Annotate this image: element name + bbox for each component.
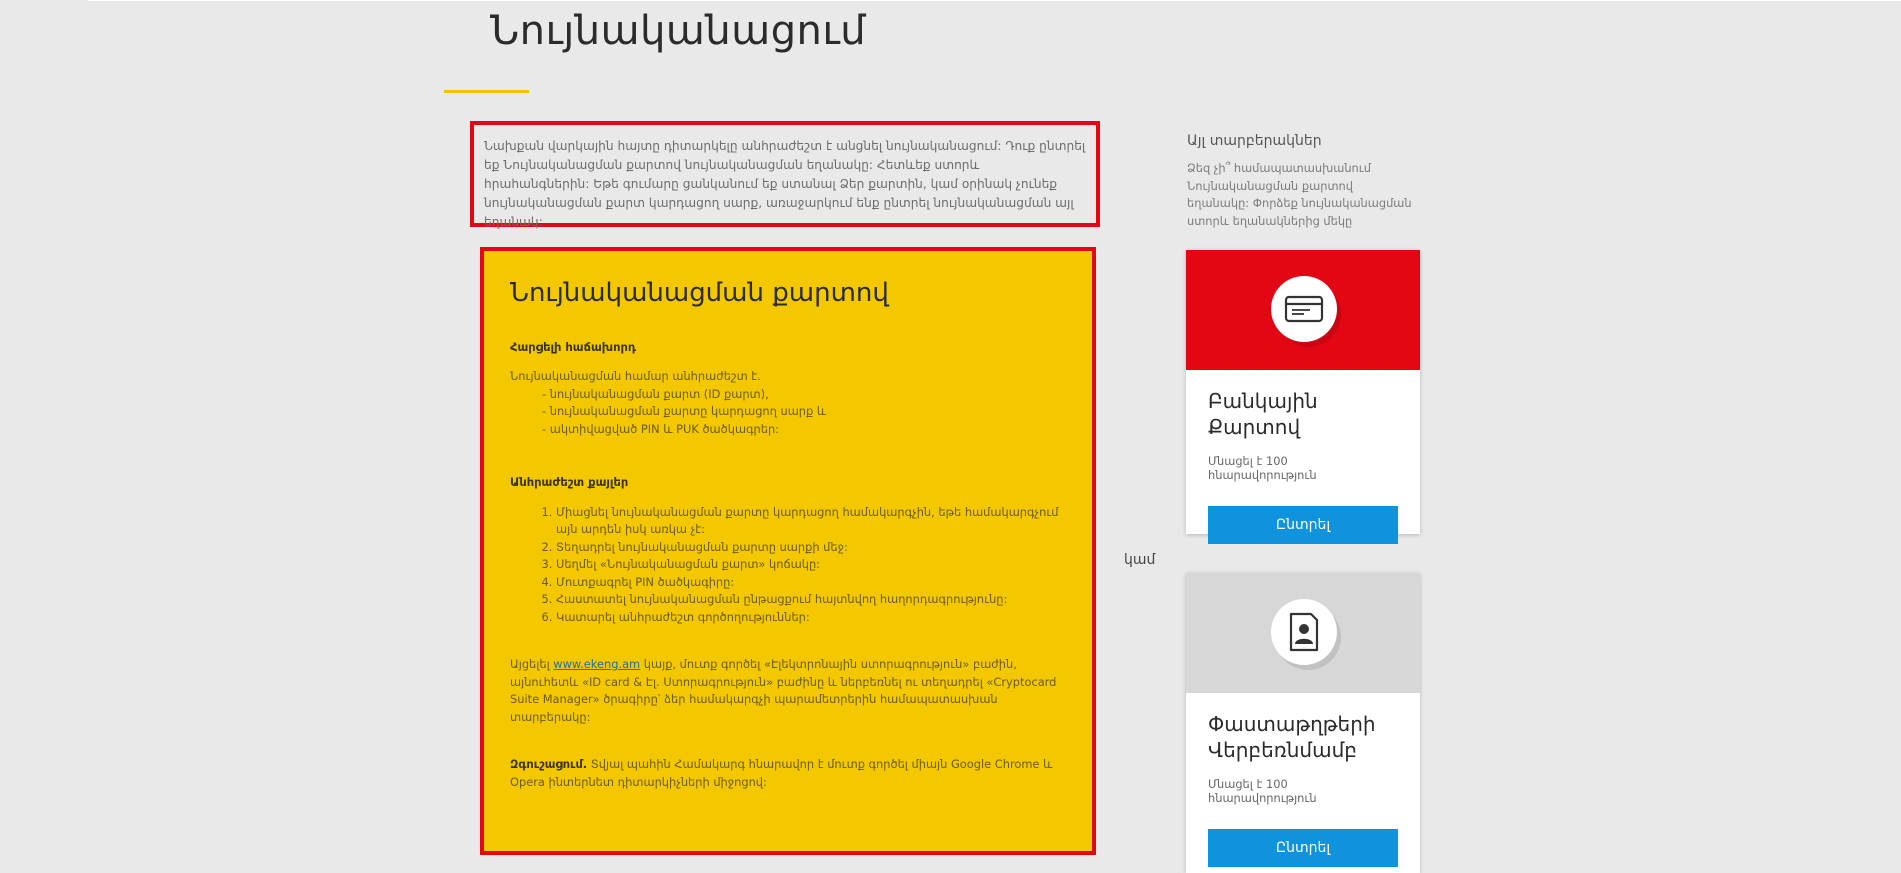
document-upload-option-title: Փաստաթղթերի Վերբեռնմամբ: [1208, 712, 1376, 762]
step-item: Կատարել անհրաժեշտ գործողություններ:: [556, 609, 1066, 627]
visit-prefix: Այցելել: [510, 657, 550, 671]
or-label: կամ: [1124, 552, 1156, 568]
bank-card-option-title: Բանկային Քարտով: [1208, 389, 1318, 439]
step-item: Միացնել նույնականացման քարտը կարդացող հա…: [556, 504, 1066, 539]
faq-heading: Հարցելի հաճախորդ: [510, 339, 636, 354]
step-item: Տեղադրել նույնականացման քարտը սարքի մեջ:: [556, 539, 1066, 557]
document-upload-option-note: Մնացել է 100 հնարավորություն: [1208, 777, 1317, 805]
warning-text: Տվյալ պահին Համակարգ հնարավոր է մուտք գո…: [510, 757, 1053, 789]
step-item: Հաստատել նույնականացման ընթացքում հայտնվ…: [556, 591, 1066, 609]
steps-heading: Անհրաժեշտ քայլեր: [510, 475, 629, 489]
title-underline: [444, 90, 529, 93]
requirement-item: - նույնականացման քարտը կարդացող սարք և: [542, 404, 827, 418]
id-document-icon: [1271, 599, 1337, 665]
id-card-title: Նույնականացման քարտով: [510, 278, 889, 308]
warning-paragraph: Զգուշացում. Տվյալ պահին Համակարգ հնարավո…: [510, 756, 1066, 791]
sidebar-description: Ձեզ չի՞ համապատասխանում Նույնականացման ք…: [1187, 161, 1412, 228]
intro-text: Նախքան վարկային հայտը դիտարկելը անհրաժեշ…: [470, 121, 1100, 229]
requirement-item: - ակտիվացված PIN և PUK ծածկագրեր:: [542, 421, 780, 436]
bank-card-option: Բանկային Քարտով Մնացել է 100 հնարավորութ…: [1186, 250, 1420, 544]
step-item: Մուտքագրել PIN ծածկագիրը:: [556, 574, 1066, 592]
top-strip: [88, 0, 1901, 1]
document-upload-select-button[interactable]: Ընտրել: [1208, 829, 1398, 867]
bank-card-option-header: [1186, 250, 1420, 370]
id-card-instructions: Նույնականացման քարտով Հարցելի հաճախորդ Ն…: [480, 247, 1096, 855]
document-upload-option-header: [1186, 573, 1420, 693]
requirement-item: - նույնականացման քարտ (ID քարտ),: [542, 386, 769, 401]
visit-paragraph: Այցելել www.ekeng.am կայք, մուտք գործել …: [510, 656, 1066, 726]
steps-list: Միացնել նույնականացման քարտը կարդացող հա…: [510, 504, 1066, 627]
ekeng-link[interactable]: www.ekeng.am: [553, 657, 640, 671]
document-upload-option: Փաստաթղթերի Վերբեռնմամբ Մնացել է 100 հնա…: [1186, 573, 1420, 873]
sidebar-title: Այլ տարբերակներ: [1187, 133, 1322, 149]
credit-card-icon: [1271, 276, 1337, 342]
bank-card-option-note: Մնացել է 100 հնարավորություն: [1208, 454, 1317, 482]
bank-card-select-button[interactable]: Ընտրել: [1208, 506, 1398, 544]
requirements-list: - նույնականացման քարտ (ID քարտ), - նույն…: [510, 386, 1066, 439]
warning-label: Զգուշացում.: [510, 757, 588, 771]
requirements-intro: Նույնականացման համար անհրաժեշտ է.: [510, 369, 761, 383]
step-item: Սեղմել «Նույնականացման քարտ» կոճակը:: [556, 556, 1066, 574]
page-title: Նույնականացում: [490, 8, 867, 54]
